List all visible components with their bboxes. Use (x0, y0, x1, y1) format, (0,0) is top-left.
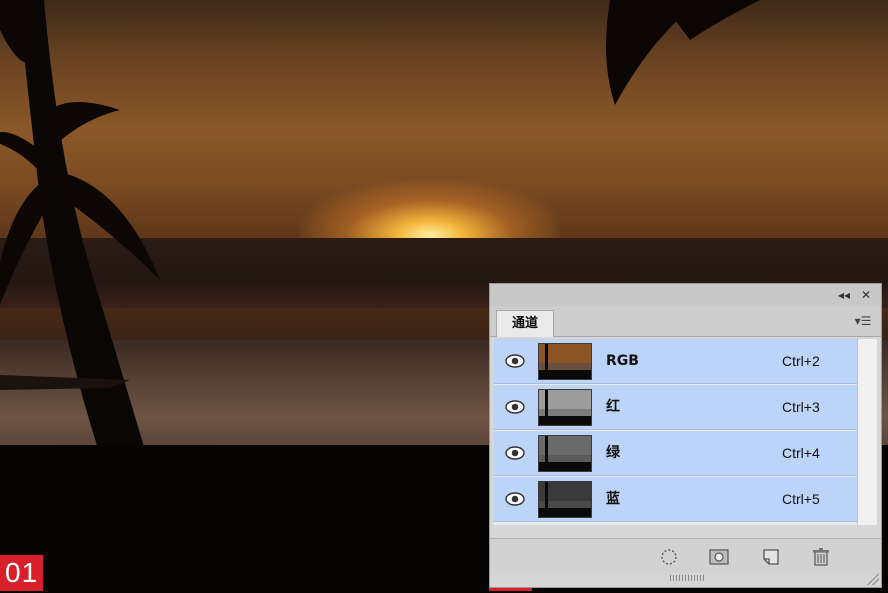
channel-name: RGB (606, 353, 639, 369)
channel-row-red[interactable]: 红 Ctrl+3 (494, 385, 857, 430)
panel-resize-grip[interactable] (670, 575, 704, 581)
channel-thumbnail (538, 435, 592, 472)
channel-list: RGB Ctrl+2 红 Ctrl+3 绿 Ctrl+4 蓝 Ctrl+5 (494, 339, 857, 525)
channel-shortcut: Ctrl+2 (782, 353, 820, 369)
eye-icon[interactable] (505, 399, 525, 415)
panel-titlebar: ◂◂ ✕ (490, 284, 881, 307)
channel-name: 绿 (606, 445, 620, 461)
eye-icon[interactable] (505, 445, 525, 461)
channel-thumbnail (538, 389, 592, 426)
eye-icon[interactable] (505, 491, 525, 507)
channel-shortcut: Ctrl+5 (782, 491, 820, 507)
label-01: 01 (0, 555, 44, 591)
tab-channels[interactable]: 通道 (496, 310, 554, 337)
channel-row-rgb[interactable]: RGB Ctrl+2 (494, 339, 857, 384)
new-channel-icon[interactable] (760, 547, 782, 567)
channel-shortcut: Ctrl+4 (782, 445, 820, 461)
load-selection-icon[interactable] (658, 547, 680, 567)
channels-panel: ◂◂ ✕ 通道 ▾☰ RGB Ctrl+2 红 Ctrl+3 绿 Ctrl+4 … (489, 283, 882, 588)
channel-row-blue[interactable]: 蓝 Ctrl+5 (494, 477, 857, 522)
tab-bar: 通道 ▾☰ (490, 306, 881, 337)
channel-shortcut: Ctrl+3 (782, 399, 820, 415)
double-chevron-left-icon[interactable]: ◂◂ (835, 286, 853, 304)
save-selection-icon[interactable] (708, 547, 730, 567)
trash-icon[interactable] (810, 547, 832, 567)
panel-corner-resize[interactable] (867, 573, 879, 585)
panel-menu-icon[interactable]: ▾☰ (851, 313, 875, 329)
channel-list-scrollbar[interactable] (857, 339, 877, 525)
channel-name: 红 (606, 399, 620, 415)
eye-icon[interactable] (505, 353, 525, 369)
channel-thumbnail (538, 343, 592, 380)
channel-row-green[interactable]: 绿 Ctrl+4 (494, 431, 857, 476)
close-icon[interactable]: ✕ (857, 286, 875, 304)
panel-footer (490, 538, 881, 575)
channel-thumbnail (538, 481, 592, 518)
channel-name: 蓝 (606, 491, 620, 507)
